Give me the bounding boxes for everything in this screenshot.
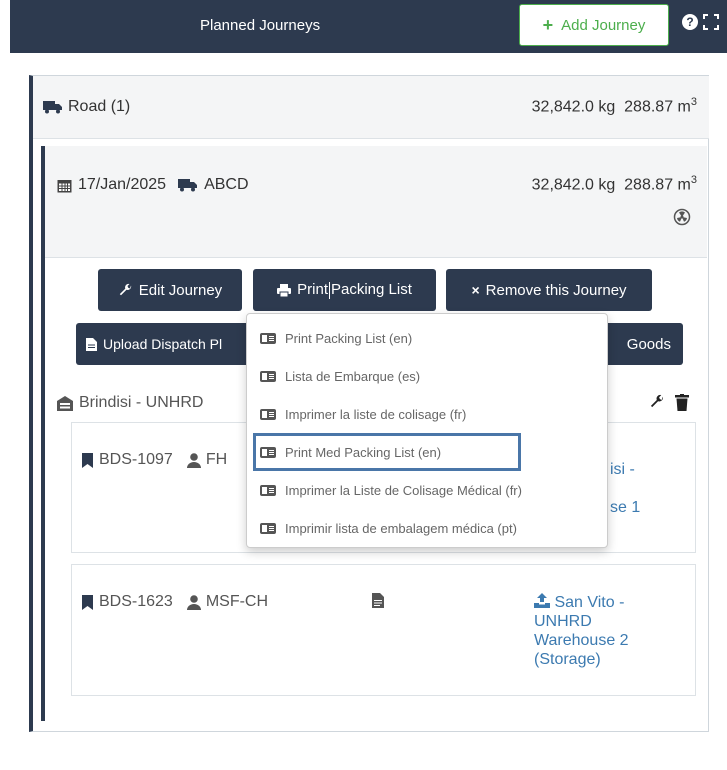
shipment-destination[interactable]: San Vito - UNHRD Warehouse 2 (Storage)	[534, 593, 684, 669]
help-icon[interactable]: ?	[682, 14, 698, 30]
plus-icon: +	[542, 15, 554, 35]
road-label-wrap: Road (1)	[43, 98, 130, 116]
truck-icon	[43, 101, 62, 114]
menu-item-label: Imprimer la Liste de Colisage Médical (f…	[285, 482, 522, 498]
shipment-destination[interactable]: isi - se 1	[610, 451, 640, 527]
warehouse-icon	[57, 395, 73, 411]
print-label-part1: Print	[297, 281, 328, 299]
trash-icon[interactable]	[675, 394, 689, 411]
road-group-header[interactable]: Road (1) 32,842.0 kg 288.87 m3	[33, 76, 709, 139]
menu-item-label: Print Med Packing List (en)	[285, 444, 442, 460]
location-row: Brindisi - UNHRD	[57, 394, 203, 412]
journey-weight: 32,842.0 kg	[531, 176, 616, 194]
menu-item-print-packing-list-en[interactable]: Print Packing List (en)	[247, 319, 607, 357]
dest-line-text: San Vito -	[554, 594, 625, 611]
radiation-icon	[673, 208, 691, 226]
edit-journey-button[interactable]: Edit Journey	[98, 269, 242, 311]
journey-header: 17/Jan/2025 ABCD 32,842.0 kg 288.87 m3	[45, 146, 707, 258]
journey-info: 17/Jan/2025 ABCD	[57, 176, 249, 194]
location-name: Brindisi - UNHRD	[79, 394, 204, 411]
bookmark-icon	[82, 594, 93, 610]
road-volume: 288.87 m	[624, 98, 691, 116]
party-wrap: FH	[186, 451, 228, 469]
wrench-icon	[119, 283, 131, 295]
journey-vehicle: ABCD	[204, 176, 249, 193]
menu-item-label: Lista de Embarque (es)	[285, 368, 421, 384]
dest-line: isi -	[610, 461, 635, 478]
menu-item-liste-colisage-fr[interactable]: Imprimer la liste de colisage (fr)	[247, 395, 607, 433]
road-weight: 32,842.0 kg	[531, 98, 616, 116]
menu-item-print-med-packing-list-en[interactable]: Print Med Packing List (en)	[253, 433, 521, 471]
shipment-party: FH	[205, 451, 228, 468]
menu-item-label: Print Packing List (en)	[285, 330, 413, 346]
upload-dispatch-label: Upload Dispatch Pl	[103, 336, 223, 352]
bookmark-icon	[82, 452, 93, 468]
print-options-menu: Print Packing List (en) Lista de Embarqu…	[246, 313, 608, 548]
edit-journey-label: Edit Journey	[138, 281, 223, 299]
location-tools	[649, 394, 689, 411]
user-icon	[186, 452, 201, 468]
shipment-ref: BDS-1623	[99, 593, 173, 610]
shipment-ref-wrap: BDS-1623 MSF-CH	[82, 593, 268, 611]
goods-label: Goods	[626, 335, 671, 353]
print-label: Print Packing List	[297, 281, 412, 299]
shipment-ref: BDS-1097	[99, 451, 173, 468]
close-icon: ×	[471, 282, 480, 298]
print-packing-list-button[interactable]: Print Packing List	[253, 269, 436, 311]
remove-journey-label: Remove this Journey	[485, 281, 627, 299]
id-card-icon	[260, 484, 276, 496]
upload-icon	[534, 593, 550, 608]
page-title: Planned Journeys	[200, 17, 321, 34]
text-cursor	[328, 281, 330, 299]
id-card-icon	[260, 408, 276, 420]
add-journey-button[interactable]: + Add Journey	[519, 4, 669, 46]
menu-item-embalagem-medica-pt[interactable]: Imprimir lista de embalagem médica (pt)	[247, 509, 607, 547]
fullscreen-icon[interactable]	[703, 14, 719, 30]
remove-journey-button[interactable]: × Remove this Journey	[446, 269, 652, 311]
calendar-icon	[57, 179, 72, 192]
dest-line: se 1	[610, 499, 641, 516]
dest-line: (Storage)	[534, 651, 601, 668]
journey-volume: 288.87 m	[624, 176, 691, 194]
file-icon	[86, 337, 97, 351]
journey-volume-unit: 3	[690, 174, 697, 186]
menu-item-label: Imprimir lista de embalagem médica (pt)	[285, 520, 517, 536]
dest-line: UNHRD	[534, 613, 592, 630]
road-volume-unit: 3	[690, 96, 697, 108]
journey-metrics: 32,842.0 kg 288.87 m3	[532, 174, 697, 194]
dest-line: Warehouse 2	[534, 632, 629, 649]
dest-line: San Vito -	[534, 593, 684, 612]
road-metrics: 32,842.0 kg 288.87 m3	[532, 96, 697, 116]
truck-icon	[178, 179, 198, 192]
user-icon	[186, 594, 201, 610]
id-card-icon	[260, 332, 276, 344]
printer-icon	[277, 283, 292, 297]
document-icon[interactable]	[372, 593, 384, 608]
menu-item-colisage-medical-fr[interactable]: Imprimer la Liste de Colisage Médical (f…	[247, 471, 607, 509]
shipment-party: MSF-CH	[205, 593, 269, 610]
id-card-icon	[260, 522, 276, 534]
journey-date: 17/Jan/2025	[78, 176, 167, 193]
id-card-icon	[260, 370, 276, 382]
menu-item-lista-embarque-es[interactable]: Lista de Embarque (es)	[247, 357, 607, 395]
top-header: Planned Journeys + Add Journey ?	[10, 0, 727, 53]
print-label-part2: Packing List	[330, 281, 412, 299]
add-journey-label: Add Journey	[561, 16, 646, 34]
shipment-card[interactable]: BDS-1623 MSF-CH San Vito - UNHRD Warehou…	[71, 564, 696, 696]
shipment-ref-wrap: BDS-1097 FH	[82, 451, 227, 469]
id-card-icon	[260, 446, 276, 458]
menu-item-label: Imprimer la liste de colisage (fr)	[285, 406, 467, 422]
road-label: Road (1)	[68, 98, 131, 115]
wrench-icon[interactable]	[649, 394, 665, 410]
party-wrap: MSF-CH	[186, 593, 269, 611]
